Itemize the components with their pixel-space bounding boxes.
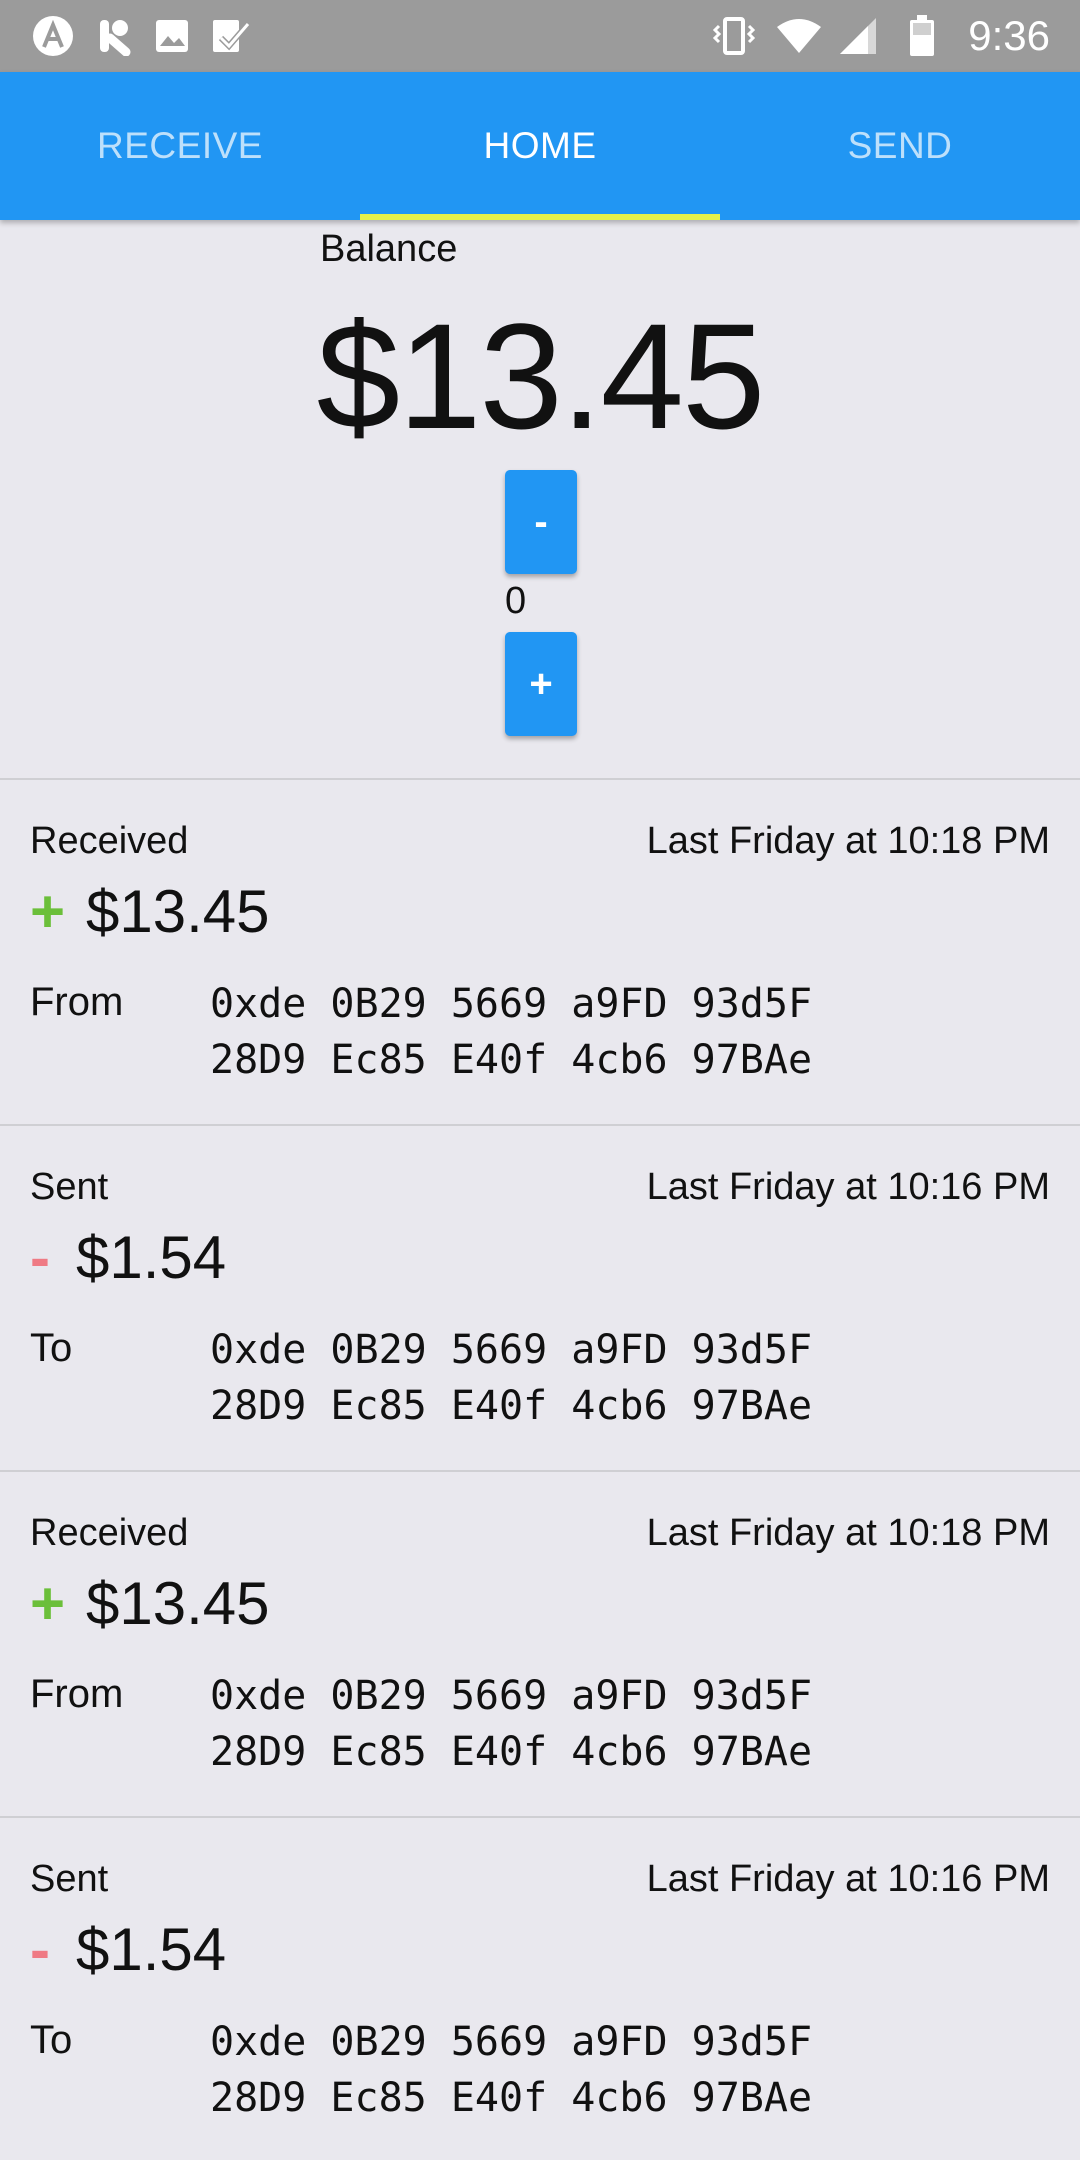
address-line: 28D9 Ec85 E40f 4cb6 97BAe	[210, 1383, 813, 1429]
transaction-address: 0xde 0B29 5669 a9FD 93d5F 28D9 Ec85 E40f …	[210, 1668, 812, 1780]
tab-send[interactable]: SEND	[720, 72, 1080, 220]
battery-icon	[906, 14, 938, 58]
transaction-direction: To	[30, 2018, 73, 2062]
transaction-date: Last Friday at 10:18 PM	[646, 1512, 1050, 1554]
transaction-type: Received	[30, 1512, 189, 1554]
transaction-item[interactable]: Sent Last Friday at 10:16 PM - $1.54 To …	[0, 1818, 1080, 2160]
transaction-amount: $13.45	[86, 1570, 270, 1637]
transaction-type: Sent	[30, 1858, 109, 1900]
balance-amount: $13.45	[316, 292, 766, 460]
active-tab-indicator	[360, 214, 720, 220]
balance-label: Balance	[320, 228, 458, 270]
minus-icon: -	[30, 1224, 50, 1291]
decrement-button[interactable]: -	[505, 470, 577, 574]
transaction-amount: $13.45	[86, 878, 270, 945]
address-line: 0xde 0B29 5669 a9FD 93d5F	[210, 1327, 813, 1373]
transaction-date: Last Friday at 10:16 PM	[646, 1858, 1050, 1900]
transaction-amount: $1.54	[76, 1224, 227, 1291]
app-k-icon	[94, 14, 134, 58]
transaction-amount: $1.54	[76, 1916, 227, 1983]
transaction-direction: To	[30, 1326, 73, 1370]
transaction-type: Sent	[30, 1166, 109, 1208]
transaction-item[interactable]: Received Last Friday at 10:18 PM + $13.4…	[0, 780, 1080, 1125]
transaction-date: Last Friday at 10:18 PM	[646, 820, 1050, 862]
address-line: 0xde 0B29 5669 a9FD 93d5F	[210, 1673, 813, 1719]
image-icon	[152, 14, 192, 58]
address-line: 0xde 0B29 5669 a9FD 93d5F	[210, 981, 813, 1027]
tab-bar: RECEIVE HOME SEND	[0, 72, 1080, 220]
plus-icon: +	[30, 1570, 66, 1637]
transaction-address: 0xde 0B29 5669 a9FD 93d5F 28D9 Ec85 E40f …	[210, 976, 812, 1088]
transaction-item[interactable]: Received Last Friday at 10:18 PM + $13.4…	[0, 1472, 1080, 1817]
address-line: 28D9 Ec85 E40f 4cb6 97BAe	[210, 1729, 813, 1775]
wifi-icon	[774, 14, 824, 58]
check-icon	[210, 14, 252, 58]
status-bar: 9:36	[0, 0, 1080, 72]
status-time: 9:36	[968, 12, 1050, 59]
transaction-direction: From	[30, 1672, 124, 1716]
transaction-date: Last Friday at 10:16 PM	[646, 1166, 1050, 1208]
plus-icon: +	[30, 878, 66, 945]
signal-icon	[836, 14, 880, 58]
minus-icon: -	[30, 1916, 50, 1983]
tab-receive[interactable]: RECEIVE	[0, 72, 360, 220]
address-line: 0xde 0B29 5669 a9FD 93d5F	[210, 2019, 813, 2065]
tab-home[interactable]: HOME	[360, 72, 720, 220]
address-line: 28D9 Ec85 E40f 4cb6 97BAe	[210, 2075, 813, 2121]
address-line: 28D9 Ec85 E40f 4cb6 97BAe	[210, 1037, 813, 1083]
transaction-address: 0xde 0B29 5669 a9FD 93d5F 28D9 Ec85 E40f …	[210, 1322, 812, 1434]
stepper-value: 0	[505, 580, 527, 622]
app-a-icon	[30, 14, 76, 58]
transaction-type: Received	[30, 820, 189, 862]
transaction-item[interactable]: Sent Last Friday at 10:16 PM - $1.54 To …	[0, 1126, 1080, 1471]
transaction-direction: From	[30, 980, 124, 1024]
increment-button[interactable]: +	[505, 632, 577, 736]
vibrate-icon	[710, 14, 758, 58]
transaction-address: 0xde 0B29 5669 a9FD 93d5F 28D9 Ec85 E40f …	[210, 2014, 812, 2126]
